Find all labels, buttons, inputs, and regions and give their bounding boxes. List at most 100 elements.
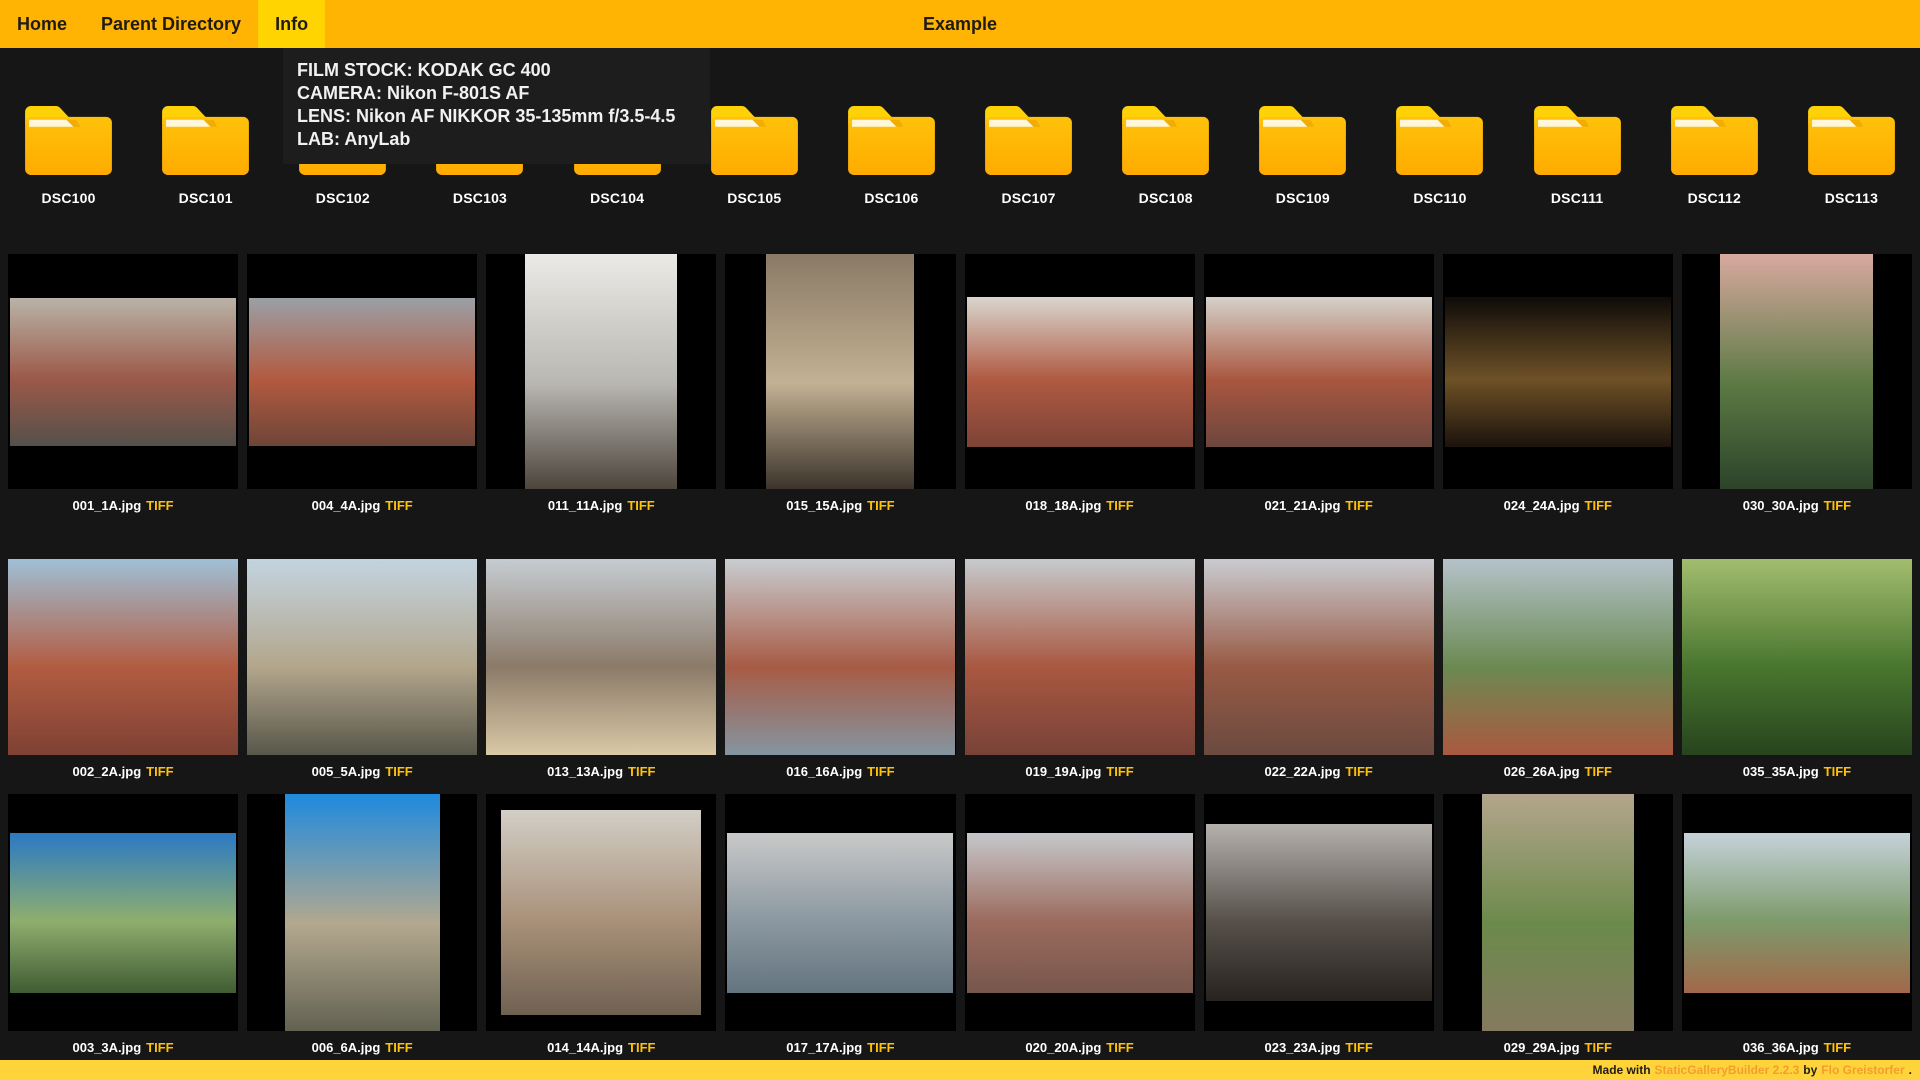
tiff-link[interactable]: TIFF xyxy=(867,498,894,513)
thumbnail-cell[interactable]: 005_5A.jpg TIFF xyxy=(247,559,477,781)
folder-item-dsc111[interactable]: DSC111 xyxy=(1509,104,1646,206)
folder-item-dsc101[interactable]: DSC101 xyxy=(137,104,274,206)
folder-item-dsc112[interactable]: DSC112 xyxy=(1646,104,1783,206)
photo-thumbnail[interactable] xyxy=(10,833,236,993)
photo-thumbnail[interactable] xyxy=(285,794,440,1031)
folder-item-dsc113[interactable]: DSC113 xyxy=(1783,104,1920,206)
thumbnail-cell[interactable]: 019_19A.jpgTIFF xyxy=(965,559,1195,781)
photo-frame xyxy=(247,254,477,489)
photo-thumbnail[interactable] xyxy=(1204,559,1434,755)
photo-frame xyxy=(725,559,955,755)
footer-builder-link[interactable]: StaticGalleryBuilder 2.2.3 xyxy=(1655,1063,1800,1077)
photo-thumbnail[interactable] xyxy=(1445,297,1671,447)
tiff-link[interactable]: TIFF xyxy=(146,1040,173,1055)
tiff-link[interactable]: TIFF xyxy=(385,1040,412,1055)
folder-item-dsc110[interactable]: DSC110 xyxy=(1371,104,1508,206)
thumbnail-cell[interactable]: 017_17A.jpgTIFF xyxy=(725,794,955,1057)
thumbnail-cell[interactable]: 026_26A.jpgTIFF xyxy=(1443,559,1673,781)
tiff-link[interactable]: TIFF xyxy=(628,1040,655,1055)
photo-thumbnail[interactable] xyxy=(10,298,236,446)
thumbnail-cell[interactable]: 006_6A.jpgTIFF xyxy=(247,794,477,1057)
tiff-link[interactable]: TIFF xyxy=(146,764,173,779)
gallery-grid: 001_1A.jpgTIFF 004_4A.jpgTIFF 011_11A.jp… xyxy=(0,206,1920,1057)
thumbnail-cell[interactable]: 004_4A.jpgTIFF xyxy=(247,254,477,515)
tiff-link[interactable]: TIFF xyxy=(1824,1040,1851,1055)
folder-icon xyxy=(1255,104,1350,177)
thumbnail-cell[interactable]: 001_1A.jpgTIFF xyxy=(8,254,238,515)
photo-thumbnail[interactable] xyxy=(1206,824,1432,1001)
nav-item-home[interactable]: Home xyxy=(17,0,84,48)
photo-thumbnail[interactable] xyxy=(525,254,677,489)
tiff-link[interactable]: TIFF xyxy=(628,764,655,779)
photo-filename: 005_5A.jpg xyxy=(312,764,381,779)
thumbnail-cell[interactable]: 003_3A.jpgTIFF xyxy=(8,794,238,1057)
folder-item-dsc109[interactable]: DSC109 xyxy=(1234,104,1371,206)
tiff-link[interactable]: TIFF xyxy=(1824,498,1851,513)
photo-thumbnail[interactable] xyxy=(1684,833,1910,993)
photo-thumbnail[interactable] xyxy=(766,254,914,489)
tiff-link[interactable]: TIFF xyxy=(1824,764,1851,779)
thumbnail-cell[interactable]: 016_16A.jpgTIFF xyxy=(725,559,955,781)
folder-item-dsc106[interactable]: DSC106 xyxy=(823,104,960,206)
photo-thumbnail[interactable] xyxy=(965,559,1195,755)
photo-filename: 029_29A.jpg xyxy=(1504,1040,1580,1055)
thumbnail-cell[interactable]: 018_18A.jpgTIFF xyxy=(965,254,1195,515)
photo-thumbnail[interactable] xyxy=(1482,794,1634,1031)
thumbnail-cell[interactable]: 036_36A.jpgTIFF xyxy=(1682,794,1912,1057)
thumbnail-cell[interactable]: 029_29A.jpg TIFF xyxy=(1443,794,1673,1057)
tiff-link[interactable]: TIFF xyxy=(1345,498,1372,513)
tiff-link[interactable]: TIFF xyxy=(1106,498,1133,513)
tiff-link[interactable]: TIFF xyxy=(1106,1040,1133,1055)
nav-item-parent-directory[interactable]: Parent Directory xyxy=(84,0,258,48)
tiff-link[interactable]: TIFF xyxy=(385,498,412,513)
photo-thumbnail[interactable] xyxy=(486,559,716,755)
photo-thumbnail[interactable] xyxy=(727,833,953,993)
photo-thumbnail[interactable] xyxy=(725,559,955,755)
photo-thumbnail[interactable] xyxy=(967,833,1193,993)
tiff-link[interactable]: TIFF xyxy=(1345,1040,1372,1055)
info-film-stock: FILM STOCK: KODAK GC 400 xyxy=(297,59,696,82)
thumbnail-cell[interactable]: 013_13A.jpgTIFF xyxy=(486,559,716,781)
tiff-link[interactable]: TIFF xyxy=(867,764,894,779)
tiff-link[interactable]: TIFF xyxy=(1585,1040,1612,1055)
photo-thumbnail[interactable] xyxy=(1720,254,1873,489)
tiff-link[interactable]: TIFF xyxy=(1585,498,1612,513)
photo-thumbnail[interactable] xyxy=(501,810,701,1015)
tiff-link[interactable]: TIFF xyxy=(1106,764,1133,779)
footer-author-link[interactable]: Flo Greistorfer xyxy=(1821,1063,1904,1077)
photo-thumbnail[interactable] xyxy=(247,559,477,755)
photo-thumbnail[interactable] xyxy=(1206,297,1432,447)
tiff-link[interactable]: TIFF xyxy=(867,1040,894,1055)
photo-thumbnail[interactable] xyxy=(967,297,1193,447)
tiff-link[interactable]: TIFF xyxy=(1345,764,1372,779)
tiff-link[interactable]: TIFF xyxy=(627,498,654,513)
photo-caption: 004_4A.jpgTIFF xyxy=(247,498,477,515)
thumbnail-cell[interactable]: 022_22A.jpgTIFF xyxy=(1204,559,1434,781)
photo-frame xyxy=(725,794,955,1031)
thumbnail-cell[interactable]: 021_21A.jpgTIFF xyxy=(1204,254,1434,515)
photo-caption: 013_13A.jpgTIFF xyxy=(486,764,716,781)
tiff-link[interactable]: TIFF xyxy=(146,498,173,513)
tiff-link[interactable]: TIFF xyxy=(385,764,412,779)
thumbnail-cell[interactable]: 035_35A.jpgTIFF xyxy=(1682,559,1912,781)
folder-item-dsc108[interactable]: DSC108 xyxy=(1097,104,1234,206)
thumbnail-cell[interactable]: 020_20A.jpgTIFF xyxy=(965,794,1195,1057)
thumbnail-cell[interactable]: 024_24A.jpgTIFF xyxy=(1443,254,1673,515)
thumbnail-cell[interactable]: 023_23A.jpg TIFF xyxy=(1204,794,1434,1057)
photo-thumbnail[interactable] xyxy=(249,298,475,446)
thumbnail-cell[interactable]: 002_2A.jpgTIFF xyxy=(8,559,238,781)
thumbnail-cell[interactable]: 015_15A.jpgTIFF xyxy=(725,254,955,515)
thumbnail-cell[interactable]: 030_30A.jpgTIFF xyxy=(1682,254,1912,515)
photo-frame xyxy=(1443,794,1673,1031)
photo-filename: 023_23A.jpg xyxy=(1265,1040,1341,1055)
thumbnail-cell[interactable]: 011_11A.jpgTIFF xyxy=(486,254,716,515)
photo-thumbnail[interactable] xyxy=(8,559,238,755)
folder-item-dsc100[interactable]: DSC100 xyxy=(0,104,137,206)
photo-thumbnail[interactable] xyxy=(1443,559,1673,755)
photo-thumbnail[interactable] xyxy=(1682,559,1912,755)
photo-filename: 014_14A.jpg xyxy=(547,1040,623,1055)
thumbnail-cell[interactable]: 014_14A.jpg TIFF xyxy=(486,794,716,1057)
tiff-link[interactable]: TIFF xyxy=(1585,764,1612,779)
folder-item-dsc107[interactable]: DSC107 xyxy=(960,104,1097,206)
nav-item-info[interactable]: Info xyxy=(258,0,325,48)
